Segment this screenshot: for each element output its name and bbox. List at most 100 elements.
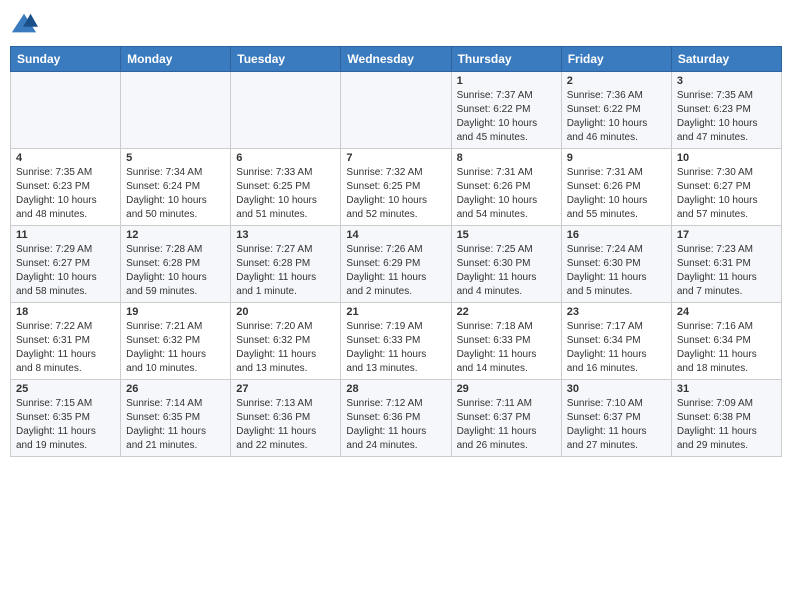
day-info: Sunrise: 7:21 AMSunset: 6:32 PMDaylight:… — [126, 320, 225, 376]
calendar-cell: 25 Sunrise: 7:15 AMSunset: 6:35 PMDayligh… — [11, 380, 121, 457]
day-number: 28 — [346, 383, 445, 395]
day-info: Sunrise: 7:13 AMSunset: 6:36 PMDaylight:… — [236, 397, 335, 453]
calendar-cell: 26Sunrise: 7:14 AMSunset: 6:35 PMDayligh… — [121, 380, 231, 457]
week-row-1: 1 Sunrise: 7:37 AMSunset: 6:22 PMDaylight… — [11, 72, 782, 149]
calendar-cell: 18 Sunrise: 7:22 AMSunset: 6:31 PMDayligh… — [11, 303, 121, 380]
calendar-cell: 22Sunrise: 7:18 AMSunset: 6:33 PMDayligh… — [451, 303, 561, 380]
day-number: 1 — [457, 75, 556, 87]
day-info: Sunrise: 7:34 AMSunset: 6:24 PMDaylight:… — [126, 166, 225, 222]
day-info: Sunrise: 7:37 AMSunset: 6:22 PMDaylight:… — [457, 89, 556, 145]
calendar-cell: 23 Sunrise: 7:17 AMSunset: 6:34 PMDayligh… — [561, 303, 671, 380]
calendar-cell: 21Sunrise: 7:19 AMSunset: 6:33 PMDayligh… — [341, 303, 451, 380]
day-info: Sunrise: 7:15 AMSunset: 6:35 PMDaylight:… — [16, 397, 115, 453]
day-info: Sunrise: 7:12 AMSunset: 6:36 PMDaylight:… — [346, 397, 445, 453]
day-info: Sunrise: 7:17 AMSunset: 6:34 PMDaylight:… — [567, 320, 666, 376]
calendar-cell: 20 Sunrise: 7:20 AMSunset: 6:32 PMDayligh… — [231, 303, 341, 380]
calendar-cell: 7 Sunrise: 7:32 AMSunset: 6:25 PMDaylight… — [341, 149, 451, 226]
calendar-cell: 8 Sunrise: 7:31 AMSunset: 6:26 PMDaylight… — [451, 149, 561, 226]
day-info: Sunrise: 7:35 AMSunset: 6:23 PMDaylight:… — [16, 166, 115, 222]
day-number: 17 — [677, 229, 776, 241]
day-info: Sunrise: 7:11 AMSunset: 6:37 PMDaylight:… — [457, 397, 556, 453]
calendar-cell: 31Sunrise: 7:09 AMSunset: 6:38 PMDayligh… — [671, 380, 781, 457]
day-number: 30 — [567, 383, 666, 395]
column-header-saturday: Saturday — [671, 47, 781, 72]
day-number: 7 — [346, 152, 445, 164]
calendar-cell: 15 Sunrise: 7:25 AMSunset: 6:30 PMDayligh… — [451, 226, 561, 303]
column-header-sunday: Sunday — [11, 47, 121, 72]
day-number: 8 — [457, 152, 556, 164]
day-number: 15 — [457, 229, 556, 241]
calendar-cell — [121, 72, 231, 149]
calendar-cell — [341, 72, 451, 149]
day-number: 9 — [567, 152, 666, 164]
calendar-cell: 29 Sunrise: 7:11 AMSunset: 6:37 PMDayligh… — [451, 380, 561, 457]
calendar-cell: 1 Sunrise: 7:37 AMSunset: 6:22 PMDaylight… — [451, 72, 561, 149]
calendar-cell: 13Sunrise: 7:27 AMSunset: 6:28 PMDayligh… — [231, 226, 341, 303]
day-info: Sunrise: 7:14 AMSunset: 6:35 PMDaylight:… — [126, 397, 225, 453]
week-row-5: 25 Sunrise: 7:15 AMSunset: 6:35 PMDayligh… — [11, 380, 782, 457]
day-number: 5 — [126, 152, 225, 164]
calendar-cell: 2Sunrise: 7:36 AMSunset: 6:22 PMDaylight… — [561, 72, 671, 149]
day-number: 16 — [567, 229, 666, 241]
column-header-wednesday: Wednesday — [341, 47, 451, 72]
calendar-cell: 9 Sunrise: 7:31 AMSunset: 6:26 PMDaylight… — [561, 149, 671, 226]
calendar-cell: 11 Sunrise: 7:29 AMSunset: 6:27 PMDayligh… — [11, 226, 121, 303]
day-number: 22 — [457, 306, 556, 318]
day-info: Sunrise: 7:19 AMSunset: 6:33 PMDaylight:… — [346, 320, 445, 376]
day-info: Sunrise: 7:29 AMSunset: 6:27 PMDaylight:… — [16, 243, 115, 299]
logo — [10, 10, 40, 38]
day-number: 2 — [567, 75, 666, 87]
day-number: 20 — [236, 306, 335, 318]
day-number: 4 — [16, 152, 115, 164]
calendar-cell: 28 Sunrise: 7:12 AMSunset: 6:36 PMDayligh… — [341, 380, 451, 457]
week-row-3: 11 Sunrise: 7:29 AMSunset: 6:27 PMDayligh… — [11, 226, 782, 303]
column-header-thursday: Thursday — [451, 47, 561, 72]
day-number: 13 — [236, 229, 335, 241]
day-info: Sunrise: 7:26 AMSunset: 6:29 PMDaylight:… — [346, 243, 445, 299]
column-header-friday: Friday — [561, 47, 671, 72]
day-info: Sunrise: 7:25 AMSunset: 6:30 PMDaylight:… — [457, 243, 556, 299]
day-info: Sunrise: 7:16 AMSunset: 6:34 PMDaylight:… — [677, 320, 776, 376]
day-number: 11 — [16, 229, 115, 241]
day-number: 12 — [126, 229, 225, 241]
day-number: 14 — [346, 229, 445, 241]
header — [10, 10, 782, 38]
calendar-cell: 19Sunrise: 7:21 AMSunset: 6:32 PMDayligh… — [121, 303, 231, 380]
day-info: Sunrise: 7:28 AMSunset: 6:28 PMDaylight:… — [126, 243, 225, 299]
logo-icon — [10, 10, 38, 38]
calendar-cell — [11, 72, 121, 149]
day-number: 18 — [16, 306, 115, 318]
calendar-cell: 12 Sunrise: 7:28 AMSunset: 6:28 PMDayligh… — [121, 226, 231, 303]
calendar-cell: 3Sunrise: 7:35 AMSunset: 6:23 PMDaylight… — [671, 72, 781, 149]
day-info: Sunrise: 7:23 AMSunset: 6:31 PMDaylight:… — [677, 243, 776, 299]
column-header-monday: Monday — [121, 47, 231, 72]
week-row-4: 18 Sunrise: 7:22 AMSunset: 6:31 PMDayligh… — [11, 303, 782, 380]
day-info: Sunrise: 7:22 AMSunset: 6:31 PMDaylight:… — [16, 320, 115, 376]
day-info: Sunrise: 7:30 AMSunset: 6:27 PMDaylight:… — [677, 166, 776, 222]
calendar-cell: 10 Sunrise: 7:30 AMSunset: 6:27 PMDayligh… — [671, 149, 781, 226]
calendar-cell: 17 Sunrise: 7:23 AMSunset: 6:31 PMDayligh… — [671, 226, 781, 303]
calendar-cell: 30 Sunrise: 7:10 AMSunset: 6:37 PMDayligh… — [561, 380, 671, 457]
day-number: 6 — [236, 152, 335, 164]
day-info: Sunrise: 7:31 AMSunset: 6:26 PMDaylight:… — [457, 166, 556, 222]
column-header-tuesday: Tuesday — [231, 47, 341, 72]
day-info: Sunrise: 7:10 AMSunset: 6:37 PMDaylight:… — [567, 397, 666, 453]
day-info: Sunrise: 7:33 AMSunset: 6:25 PMDaylight:… — [236, 166, 335, 222]
day-number: 25 — [16, 383, 115, 395]
calendar-cell — [231, 72, 341, 149]
calendar-cell: 16 Sunrise: 7:24 AMSunset: 6:30 PMDayligh… — [561, 226, 671, 303]
calendar-cell: 5 Sunrise: 7:34 AMSunset: 6:24 PMDaylight… — [121, 149, 231, 226]
day-info: Sunrise: 7:32 AMSunset: 6:25 PMDaylight:… — [346, 166, 445, 222]
day-number: 23 — [567, 306, 666, 318]
calendar-cell: 6 Sunrise: 7:33 AMSunset: 6:25 PMDaylight… — [231, 149, 341, 226]
calendar-cell: 24Sunrise: 7:16 AMSunset: 6:34 PMDayligh… — [671, 303, 781, 380]
day-info: Sunrise: 7:35 AMSunset: 6:23 PMDaylight:… — [677, 89, 776, 145]
day-info: Sunrise: 7:24 AMSunset: 6:30 PMDaylight:… — [567, 243, 666, 299]
calendar-cell: 4 Sunrise: 7:35 AMSunset: 6:23 PMDaylight… — [11, 149, 121, 226]
day-number: 29 — [457, 383, 556, 395]
week-row-2: 4 Sunrise: 7:35 AMSunset: 6:23 PMDaylight… — [11, 149, 782, 226]
calendar-cell: 27Sunrise: 7:13 AMSunset: 6:36 PMDayligh… — [231, 380, 341, 457]
day-info: Sunrise: 7:20 AMSunset: 6:32 PMDaylight:… — [236, 320, 335, 376]
day-info: Sunrise: 7:31 AMSunset: 6:26 PMDaylight:… — [567, 166, 666, 222]
day-number: 10 — [677, 152, 776, 164]
